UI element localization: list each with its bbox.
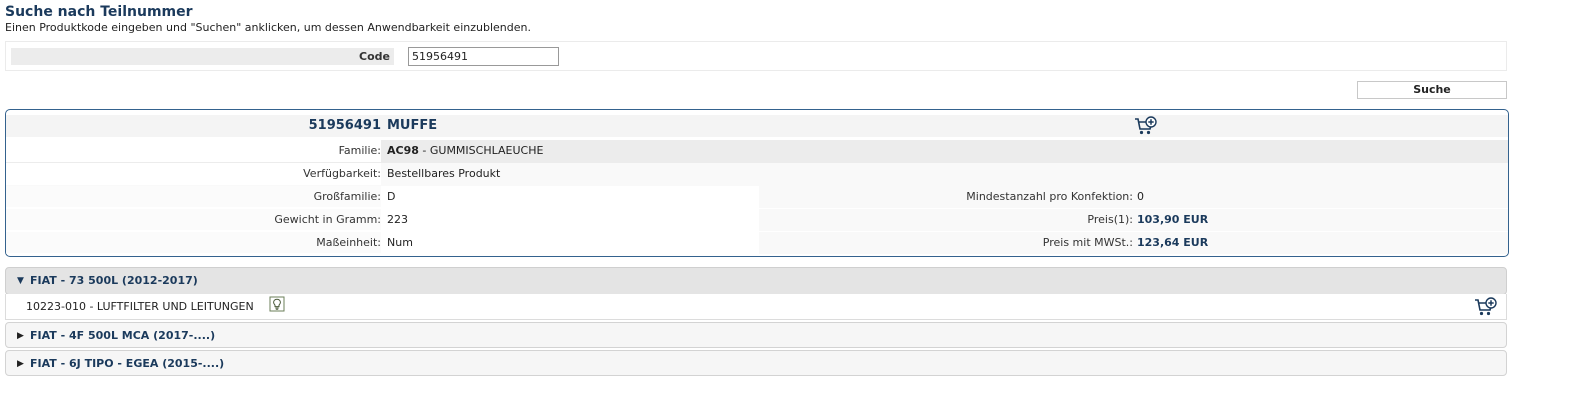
code-input[interactable] bbox=[408, 47, 559, 66]
familie-description: - GUMMISCHLAEUCHE bbox=[418, 144, 544, 157]
verfuegbarkeit-value: Bestellbares Produkt bbox=[387, 167, 501, 180]
cart-add-icon[interactable] bbox=[1474, 297, 1498, 317]
code-label: Code bbox=[11, 48, 394, 65]
part-name: MUFFE bbox=[387, 118, 438, 133]
mindestanzahl-label: Mindestanzahl pro Konfektion: bbox=[966, 190, 1133, 203]
applicability-group-label: FIAT - 4F 500L MCA (2017-....) bbox=[30, 329, 216, 342]
grossfamilie-row: Großfamilie: D Mindestanzahl pro Konfekt… bbox=[6, 186, 1508, 209]
preis-value: 103,90 EUR bbox=[1137, 213, 1209, 226]
applicability-group[interactable]: ▼ FIAT - 73 500L (2012-2017) bbox=[5, 267, 1507, 295]
masseinheit-value: Num bbox=[387, 236, 413, 249]
familie-value: AC98 - GUMMISCHLAEUCHE bbox=[387, 140, 543, 162]
applicability-item-label[interactable]: 10223-010 - LUFTFILTER UND LEITUNGEN bbox=[26, 294, 254, 320]
triangle-right-icon: ▶ bbox=[17, 359, 24, 369]
preis-label: Preis(1): bbox=[1087, 213, 1133, 226]
triangle-down-icon: ▼ bbox=[17, 276, 24, 286]
applicability-group-header[interactable]: ▶ FIAT - 4F 500L MCA (2017-....) bbox=[6, 323, 1506, 349]
preis-mwst-value: 123,64 EUR bbox=[1137, 236, 1209, 249]
applicability-group-label: FIAT - 6J TIPO - EGEA (2015-....) bbox=[30, 357, 225, 370]
verfuegbarkeit-label: Verfügbarkeit: bbox=[6, 163, 381, 185]
part-header: 51956491 MUFFE bbox=[6, 115, 1508, 137]
applicability-group-label: FIAT - 73 500L (2012-2017) bbox=[30, 274, 198, 287]
mindestanzahl-value: 0 bbox=[1137, 190, 1144, 203]
page-title: Suche nach Teilnummer bbox=[5, 4, 193, 20]
familie-row: Familie: AC98 - GUMMISCHLAEUCHE bbox=[6, 140, 1508, 163]
gewicht-label: Gewicht in Gramm: bbox=[6, 209, 381, 231]
gewicht-row: Gewicht in Gramm: 223 Preis(1): 103,90 E… bbox=[6, 209, 1508, 232]
search-button[interactable]: Suche bbox=[1357, 81, 1507, 99]
part-number: 51956491 bbox=[308, 118, 381, 133]
applicability-group-body: 10223-010 - LUFTFILTER UND LEITUNGEN bbox=[5, 294, 1507, 320]
code-search-row: Code bbox=[5, 41, 1507, 71]
grossfamilie-value: D bbox=[387, 190, 396, 203]
applicability-group[interactable]: ▶ FIAT - 4F 500L MCA (2017-....) bbox=[5, 322, 1507, 348]
preis-mwst-label: Preis mit MWSt.: bbox=[1042, 236, 1133, 249]
familie-label: Familie: bbox=[6, 140, 381, 162]
page-subtitle: Einen Produktkode eingeben und "Suchen" … bbox=[5, 21, 531, 34]
applicability-group[interactable]: ▶ FIAT - 6J TIPO - EGEA (2015-....) bbox=[5, 350, 1507, 376]
triangle-right-icon: ▶ bbox=[17, 331, 24, 341]
masseinheit-row: Maßeinheit: Num Preis mit MWSt.: 123,64 … bbox=[6, 232, 1508, 255]
gewicht-value: 223 bbox=[387, 213, 408, 226]
part-details-panel: 51956491 MUFFE Familie: AC98 - GUMMISCHL… bbox=[5, 109, 1509, 257]
applicability-group-header[interactable]: ▶ FIAT - 6J TIPO - EGEA (2015-....) bbox=[6, 351, 1506, 377]
familie-code: AC98 bbox=[387, 144, 419, 157]
masseinheit-label: Maßeinheit: bbox=[6, 232, 381, 254]
verfuegbarkeit-row: Verfügbarkeit: Bestellbares Produkt bbox=[6, 163, 1508, 186]
info-bulb-icon[interactable] bbox=[269, 296, 285, 312]
grossfamilie-label: Großfamilie: bbox=[6, 186, 381, 208]
cart-add-icon[interactable] bbox=[1134, 116, 1158, 136]
applicability-group-header[interactable]: ▼ FIAT - 73 500L (2012-2017) bbox=[6, 268, 1506, 294]
